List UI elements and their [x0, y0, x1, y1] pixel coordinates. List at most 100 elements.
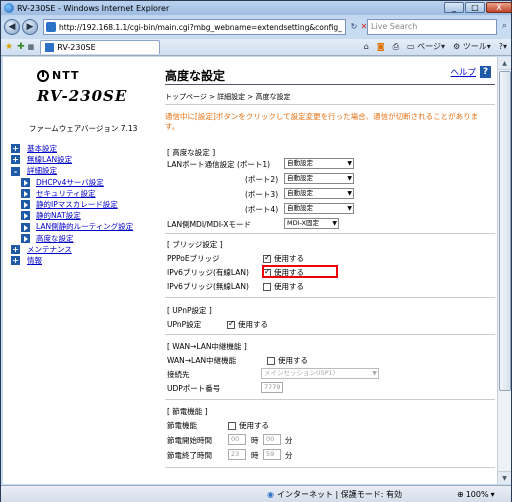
sidebar-subitem-advanced[interactable]: 高度な設定	[21, 233, 133, 244]
feeds-icon[interactable]: ◙	[377, 42, 385, 51]
relay-dest-label: 接続先	[167, 370, 190, 379]
minute-unit: 分	[285, 436, 293, 445]
power-start-label: 節電開始時間	[167, 436, 212, 445]
port3-value: 自動設定	[287, 189, 313, 197]
search-input[interactable]: Live Search ⌕	[367, 19, 507, 35]
udp-port-label: UDPポート番号	[167, 384, 221, 393]
sidebar-item-label[interactable]: 詳細設定	[27, 165, 57, 176]
power-end-hour-input[interactable]: 23	[228, 449, 246, 460]
checkbox-checked-icon[interactable]	[227, 319, 235, 329]
power-end-minute-input[interactable]: 59	[263, 449, 281, 460]
address-input[interactable]: http://192.168.1.1/cgi-bin/main.cgi?mbg_…	[43, 19, 346, 35]
expand-icon[interactable]: +	[11, 155, 20, 165]
port4-select[interactable]: 自動設定 ▼	[284, 203, 354, 214]
model-name: RV-230SE	[37, 87, 128, 105]
sidebar-item-label[interactable]: 情報	[27, 255, 42, 266]
expand-icon[interactable]: +	[11, 256, 20, 266]
minimize-button[interactable]: _	[444, 2, 464, 13]
tab-rv230se[interactable]: RV-230SE	[40, 40, 161, 54]
vertical-scrollbar[interactable]: ▲ ▼	[497, 57, 511, 484]
pppoe-bridge-checkbox[interactable]: 使用する	[263, 253, 304, 264]
tab-page-icon	[45, 43, 55, 52]
sidebar-item-wireless[interactable]: + 無線LAN設定	[11, 154, 133, 165]
sidebar-item-label[interactable]: 無線LAN設定	[27, 154, 72, 165]
expand-icon[interactable]: +	[11, 144, 20, 154]
expand-icon[interactable]: +	[11, 244, 20, 254]
port2-select[interactable]: 自動設定 ▼	[284, 173, 354, 184]
sidebar-subitem-nat[interactable]: 静的NAT設定	[21, 210, 133, 221]
search-icon[interactable]: ⌕	[497, 19, 512, 35]
dropdown-arrow-icon: ▼	[347, 160, 352, 167]
scroll-thumb[interactable]	[499, 71, 511, 391]
close-button[interactable]: X	[486, 2, 512, 13]
scroll-up-icon[interactable]: ▲	[498, 57, 511, 70]
udp-port-input[interactable]: 7779	[261, 382, 283, 393]
tab-list-icon[interactable]: ▦	[28, 43, 35, 51]
section-divider	[165, 467, 495, 468]
dropdown-arrow-icon: ▼	[332, 220, 337, 227]
collapse-icon[interactable]: -	[11, 166, 20, 176]
checkbox-unchecked-icon[interactable]	[228, 421, 236, 430]
checkbox-unchecked-icon[interactable]	[267, 356, 275, 365]
power-start-hour-input[interactable]: 00	[228, 434, 246, 445]
help-menu[interactable]: ?▾	[499, 42, 507, 51]
title-bar: RV-230SE - Windows Internet Explorer _ □…	[1, 1, 512, 15]
section-divider	[165, 233, 495, 234]
checkbox-unchecked-icon[interactable]	[263, 282, 271, 291]
sidebar-subitem-label[interactable]: LAN側静的ルーティング設定	[36, 221, 133, 232]
sidebar-item-label[interactable]: 基本設定	[27, 143, 57, 154]
arrow-icon	[21, 200, 30, 210]
address-bar-row: ◀ ▶ http://192.168.1.1/cgi-bin/main.cgi?…	[1, 16, 511, 38]
sidebar-subitem-label[interactable]: 高度な設定	[36, 233, 74, 244]
sidebar: NTT RV-230SE ファームウェアバージョン 7.13 + 基本設定 + 無線…	[3, 57, 153, 484]
home-icon[interactable]: ⌂	[364, 42, 369, 51]
checkbox-checked-icon[interactable]	[263, 253, 271, 263]
relay-checkbox[interactable]: 使用する	[267, 355, 308, 366]
forward-button[interactable]: ▶	[22, 19, 38, 35]
back-button[interactable]: ◀	[4, 19, 20, 35]
port3-select[interactable]: 自動設定 ▼	[284, 188, 354, 199]
checkbox-label: 使用する	[238, 320, 268, 329]
sidebar-subitem-label[interactable]: 静的NAT設定	[36, 210, 81, 221]
upnp-checkbox[interactable]: 使用する	[227, 319, 268, 330]
chevron-down-icon: ▾	[490, 489, 495, 499]
sidebar-subitem-security[interactable]: セキュリティ設定	[21, 188, 133, 199]
page-menu[interactable]: ▭ ページ▾	[407, 41, 445, 52]
sidebar-item-info[interactable]: + 情報	[11, 255, 133, 266]
scroll-down-icon[interactable]: ▼	[498, 471, 511, 484]
sidebar-subitem-label[interactable]: セキュリティ設定	[36, 188, 96, 199]
favorites-star-icon[interactable]: ★	[5, 42, 13, 52]
hour-unit: 時	[251, 451, 259, 460]
ipv6-wireless-bridge-checkbox[interactable]: 使用する	[263, 281, 304, 292]
section-upnp-heading: [ UPnP設定 ]	[167, 306, 212, 315]
power-start-minute-input[interactable]: 00	[263, 434, 281, 445]
zone-text: インターネット | 保護モード: 有効	[276, 489, 403, 499]
section-relay-heading: [ WAN→LAN中継機能 ]	[167, 342, 247, 351]
sidebar-item-maintenance[interactable]: + メンテナンス	[11, 244, 133, 255]
help-link[interactable]: ヘルプ	[450, 66, 476, 78]
power-end-label: 節電終了時間	[167, 451, 212, 460]
maximize-button[interactable]: □	[465, 2, 485, 13]
sidebar-subitem-routing[interactable]: LAN側静的ルーティング設定	[21, 221, 133, 232]
print-icon[interactable]: ⎙	[393, 42, 399, 52]
sidebar-subitem-label[interactable]: DHCPv4サーバ設定	[36, 177, 104, 188]
tools-menu[interactable]: ⚙ ツール▾	[453, 41, 491, 52]
sidebar-item-basic[interactable]: + 基本設定	[11, 143, 133, 154]
sidebar-item-advanced[interactable]: - 詳細設定	[11, 165, 133, 176]
section-divider	[165, 297, 495, 298]
sidebar-subitem-dhcp[interactable]: DHCPv4サーバ設定	[21, 177, 133, 188]
add-favorite-icon[interactable]: ✚	[17, 42, 25, 52]
help-icon[interactable]: ?	[480, 66, 491, 78]
search-placeholder: Live Search	[371, 22, 418, 31]
arrow-icon	[21, 188, 30, 198]
sidebar-subitem-masquerade[interactable]: 静的IPマスカレード設定	[21, 199, 133, 210]
sidebar-item-label[interactable]: メンテナンス	[27, 244, 72, 255]
port1-select[interactable]: 自動設定 ▼	[284, 158, 354, 169]
relay-dest-value: メインセッション(ISP1)	[264, 369, 336, 377]
section-divider	[165, 334, 495, 335]
sidebar-subitem-label[interactable]: 静的IPマスカレード設定	[36, 199, 118, 210]
power-checkbox[interactable]: 使用する	[228, 420, 269, 431]
zoom-control[interactable]: ⊕ 100% ▾	[457, 490, 495, 499]
relay-dest-select[interactable]: メインセッション(ISP1) ▼	[261, 368, 379, 379]
mdi-select[interactable]: MDI-X固定 ▼	[284, 218, 339, 229]
